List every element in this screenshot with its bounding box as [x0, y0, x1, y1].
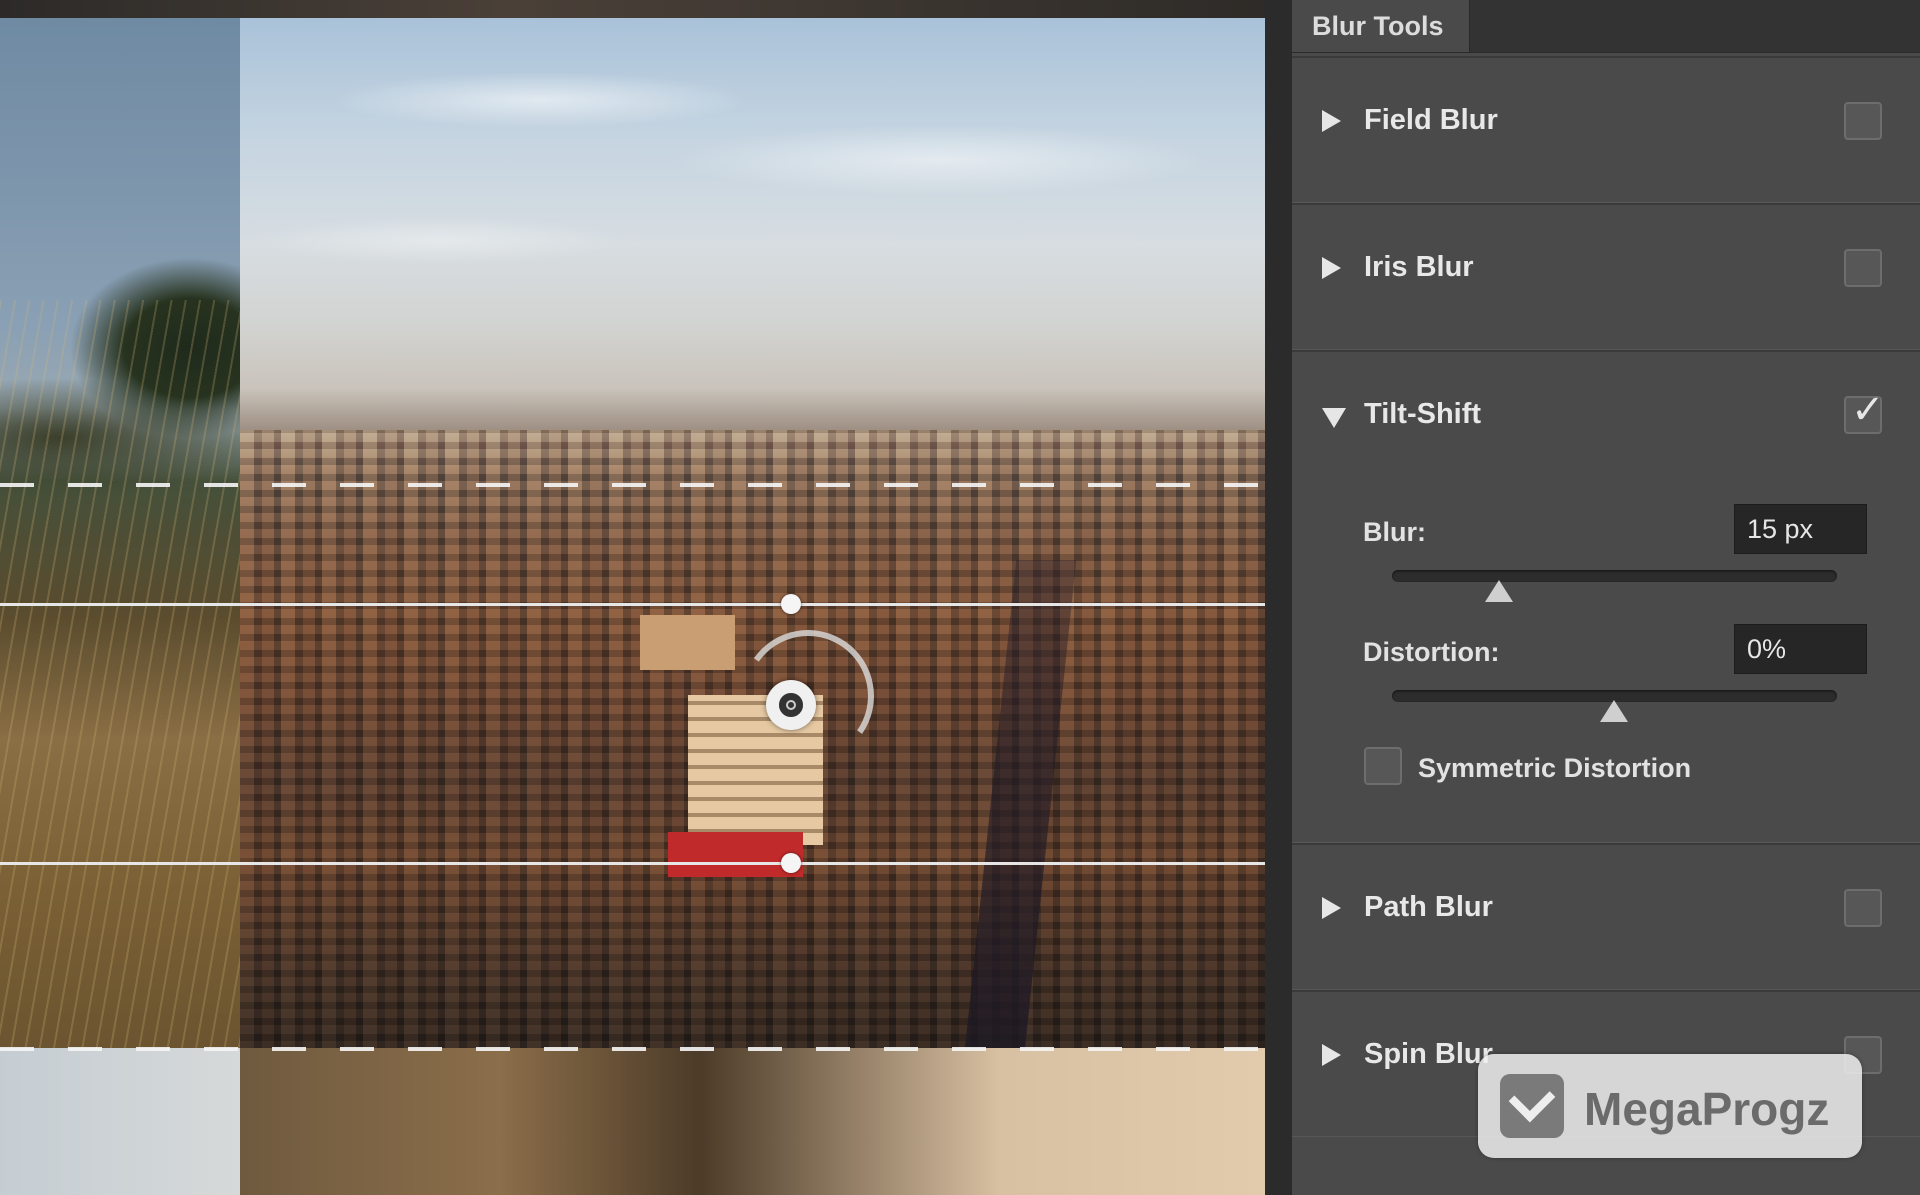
distortion-slider[interactable] [1392, 690, 1837, 722]
blur-pin-icon[interactable] [766, 680, 816, 730]
feather-line-bottom[interactable] [0, 1047, 1265, 1051]
image-canvas[interactable] [0, 0, 1265, 1195]
panel-header: Blur Tools [1292, 0, 1920, 53]
section-title[interactable]: Spin Blur [1364, 1038, 1493, 1071]
top-image-strip [0, 0, 1265, 18]
blur-slider-thumb[interactable] [1485, 580, 1513, 602]
blur-slider[interactable] [1392, 570, 1837, 602]
grass-texture [0, 300, 240, 1050]
watermark-text: MegaProgz [1584, 1083, 1830, 1135]
focus-line-top-handle[interactable] [781, 594, 801, 614]
expand-arrow-icon[interactable] [1322, 257, 1341, 279]
distortion-value-field[interactable]: 0% [1734, 624, 1867, 674]
section-title[interactable]: Tilt-Shift [1364, 398, 1481, 431]
expand-arrow-icon[interactable] [1322, 897, 1341, 919]
sky-clouds [240, 40, 1265, 300]
download-logo-icon [1500, 1074, 1564, 1138]
section-path-blur[interactable]: Path Blur [1292, 843, 1920, 990]
tilt-shift-checkbox[interactable]: ✓ [1844, 390, 1885, 434]
canvas-divider [1265, 0, 1292, 1195]
watermark: MegaProgz [1478, 1054, 1862, 1158]
blur-tools-panel: Blur Tools Field Blur Iris Blur Tilt-Shi… [1292, 0, 1920, 1195]
distortion-label: Distortion: [1363, 637, 1500, 667]
section-title[interactable]: Field Blur [1364, 104, 1498, 137]
section-iris-blur[interactable]: Iris Blur [1292, 203, 1920, 350]
red-building [668, 832, 803, 877]
expand-arrow-icon[interactable] [1322, 1044, 1341, 1066]
field-blur-checkbox[interactable] [1844, 102, 1882, 140]
tab-blur-tools[interactable]: Blur Tools [1292, 0, 1470, 52]
symmetric-distortion-checkbox[interactable] [1364, 747, 1402, 785]
tan-building [640, 615, 735, 670]
bottom-image-strip [0, 1048, 1265, 1195]
iris-blur-checkbox[interactable] [1844, 249, 1882, 287]
distortion-slider-thumb[interactable] [1600, 700, 1628, 722]
symmetric-distortion-label[interactable]: Symmetric Distortion [1418, 753, 1691, 784]
blur-value-field[interactable]: 15 px [1734, 504, 1867, 554]
section-title[interactable]: Path Blur [1364, 891, 1493, 924]
feather-line-top[interactable] [0, 483, 1265, 487]
checkmark-icon: ✓ [1851, 388, 1885, 432]
section-field-blur[interactable]: Field Blur [1292, 56, 1920, 203]
section-title[interactable]: Iris Blur [1364, 251, 1474, 284]
section-tilt-shift[interactable]: Tilt-Shift ✓ Blur: 15 px Distortion: 0% … [1292, 350, 1920, 843]
expand-arrow-icon[interactable] [1322, 110, 1341, 132]
collapse-arrow-icon[interactable] [1322, 408, 1346, 428]
path-blur-checkbox[interactable] [1844, 889, 1882, 927]
focus-line-bottom[interactable] [0, 862, 1265, 865]
focus-line-bottom-handle[interactable] [781, 853, 801, 873]
focus-line-top[interactable] [0, 603, 1265, 606]
blur-label: Blur: [1363, 517, 1426, 547]
